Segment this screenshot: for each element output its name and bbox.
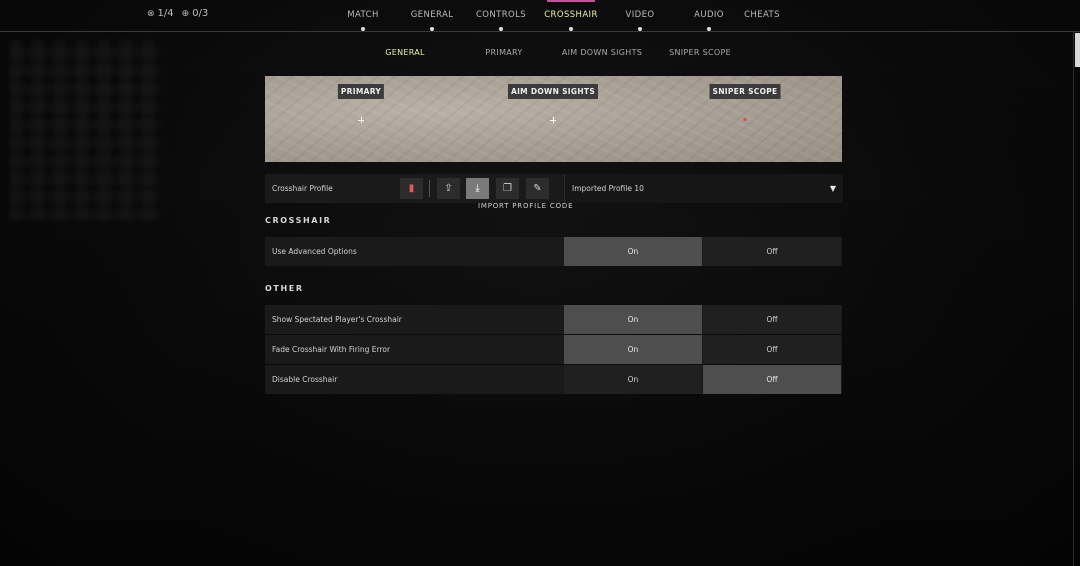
tab-cheats[interactable]: CHEATS	[744, 10, 780, 20]
crosshair-profile-row: Crosshair Profile ▮ ⇪ ⤓ ❐ ✎ Imported Pro…	[265, 174, 843, 203]
import-icon: ⤓	[475, 183, 480, 194]
subtab-sniper-scope[interactable]: SNIPER SCOPE	[669, 48, 731, 57]
tab-crosshair[interactable]: CROSSHAIR	[544, 10, 598, 20]
fade-on-button[interactable]: On	[564, 335, 702, 364]
subtab-primary[interactable]: PRIMARY	[485, 48, 522, 57]
option-label: Use Advanced Options	[272, 247, 357, 256]
advanced-off-button[interactable]: Off	[703, 237, 841, 266]
option-row-advanced: Use Advanced Options On Off	[265, 237, 842, 266]
main-nav: MATCH GENERAL CONTROLS CROSSHAIR VIDEO A…	[0, 0, 1080, 32]
rename-icon: ✎	[533, 183, 542, 194]
crosshair-ads-icon	[550, 117, 556, 123]
section-title-crosshair: CROSSHAIR	[265, 216, 332, 225]
tab-indicator-dot	[430, 27, 434, 31]
option-label: Show Spectated Player's Crosshair	[272, 315, 402, 324]
spectated-on-button[interactable]: On	[564, 305, 702, 334]
nav-active-accent	[547, 0, 595, 2]
export-icon: ⇪	[444, 183, 453, 194]
tab-indicator-dot	[569, 27, 573, 31]
option-label: Fade Crosshair With Firing Error	[272, 345, 391, 354]
option-label: Disable Crosshair	[272, 375, 338, 384]
profile-select[interactable]: Imported Profile 10 ▼	[564, 174, 843, 203]
option-row-spectated: Show Spectated Player's Crosshair On Off	[265, 305, 842, 334]
rename-profile-button[interactable]: ✎	[526, 178, 549, 199]
copy-profile-button[interactable]: ❐	[496, 178, 519, 199]
profile-select-value: Imported Profile 10	[572, 184, 644, 193]
crosshair-profile-label: Crosshair Profile	[272, 184, 333, 193]
tab-controls[interactable]: CONTROLS	[476, 10, 526, 20]
option-row-disable: Disable Crosshair On Off	[265, 365, 842, 394]
advanced-on-button[interactable]: On	[564, 237, 702, 266]
section-title-other: OTHER	[265, 284, 304, 293]
import-profile-button[interactable]: ⤓	[466, 178, 489, 199]
toolbar-divider	[429, 180, 430, 197]
tab-audio[interactable]: AUDIO	[694, 10, 724, 20]
delete-icon: ▮	[408, 183, 415, 194]
disable-on-button[interactable]: On	[564, 365, 702, 394]
fade-off-button[interactable]: Off	[703, 335, 841, 364]
scrollbar-track[interactable]	[1073, 31, 1080, 566]
scrollbar-thumb[interactable]	[1075, 33, 1080, 67]
disable-off-button[interactable]: Off	[703, 365, 841, 394]
tab-general[interactable]: GENERAL	[411, 10, 454, 20]
preview-label-primary: PRIMARY	[337, 84, 385, 99]
crosshair-primary-icon	[358, 117, 364, 123]
option-row-fade: Fade Crosshair With Firing Error On Off	[265, 335, 842, 364]
tab-match[interactable]: MATCH	[347, 10, 379, 20]
tab-indicator-dot	[361, 27, 365, 31]
crosshair-preview: PRIMARY AIM DOWN SIGHTS SNIPER SCOPE	[265, 76, 842, 162]
chevron-down-icon: ▼	[829, 184, 836, 193]
settings-screen: ⊗ 1/4 ⊕ 0/3 MATCH GENERAL CONTROLS CROSS…	[0, 0, 1080, 566]
delete-profile-button[interactable]: ▮	[400, 178, 423, 199]
tab-indicator-dot	[499, 27, 503, 31]
copy-icon: ❐	[503, 183, 512, 194]
import-tooltip: IMPORT PROFILE CODE	[478, 202, 574, 210]
subtab-general[interactable]: GENERAL	[385, 48, 425, 57]
tab-video[interactable]: VIDEO	[626, 10, 655, 20]
subtab-aim-down-sights[interactable]: AIM DOWN SIGHTS	[562, 48, 642, 57]
spectated-off-button[interactable]: Off	[703, 305, 841, 334]
tab-indicator-dot	[707, 27, 711, 31]
sniper-dot-icon	[743, 118, 747, 121]
preview-label-sniper: SNIPER SCOPE	[709, 84, 781, 99]
tab-indicator-dot	[638, 27, 642, 31]
preview-label-ads: AIM DOWN SIGHTS	[507, 84, 599, 99]
export-profile-button[interactable]: ⇪	[437, 178, 460, 199]
